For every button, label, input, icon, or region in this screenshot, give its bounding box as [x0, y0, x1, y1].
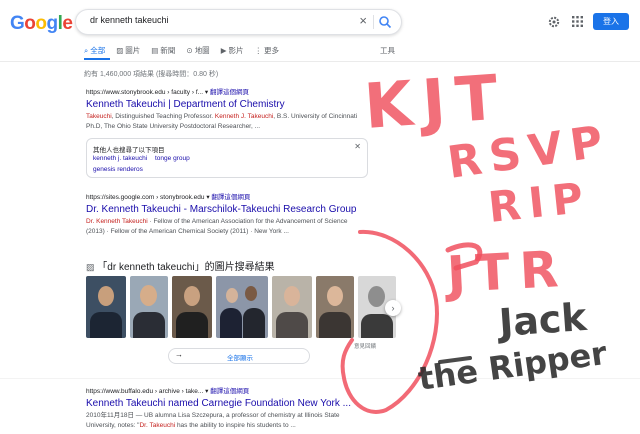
handwriting-overlay: KJT RSVP RIP JTR Jack the Ripper [340, 60, 614, 414]
handwriting-jtr: JTR [443, 240, 570, 304]
handwriting-kjt: KJT [362, 60, 510, 143]
handwriting-rip: RIP [486, 172, 593, 231]
